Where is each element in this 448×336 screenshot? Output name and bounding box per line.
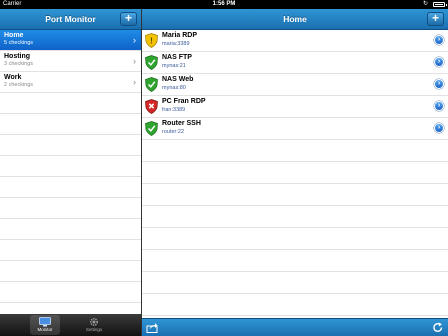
host-name: PC Fran RDP [162,98,206,105]
chevron-right-icon: › [133,35,136,45]
host-row[interactable]: NAS FTP mynas:21 › [142,52,448,74]
host-name: Maria RDP [162,32,198,39]
share-icon[interactable] [146,322,158,333]
group-count: 3 checkings [4,61,34,67]
group-item-work[interactable]: Work 2 checkings › [0,72,141,93]
tab-bar: Monitor Settings [0,314,141,336]
ok-shield-icon [145,77,158,92]
ok-shield-icon [145,121,158,136]
detail-disclosure-button[interactable]: › [434,57,444,67]
host-name: Router SSH [162,120,201,127]
battery-icon [433,2,447,7]
group-item-home[interactable]: Home 5 checkings › [0,30,141,51]
master-navbar: Port Monitor + [0,9,141,30]
tab-settings[interactable]: Settings [79,315,109,335]
detail-disclosure-button[interactable]: › [434,101,444,111]
host-address: maria:3389 [162,41,190,47]
host-address: mynas:80 [162,85,186,91]
host-name: NAS FTP [162,54,192,61]
refresh-icon[interactable] [432,322,444,333]
group-name: Work [4,74,22,81]
group-item-hosting[interactable]: Hosting 3 checkings › [0,51,141,72]
monitor-icon [39,317,51,327]
group-count: 2 checkings [4,82,34,88]
ok-shield-icon [145,55,158,70]
chevron-right-icon: › [133,77,136,87]
host-row[interactable]: PC Fran RDP fran:3389 › [142,96,448,118]
group-count: 5 checkings [4,40,34,46]
detail-disclosure-button[interactable]: › [434,79,444,89]
host-address: router:22 [162,129,185,135]
host-row[interactable]: NAS Web mynas:80 › [142,74,448,96]
host-name: NAS Web [162,76,194,83]
gear-icon [89,317,99,327]
host-row[interactable]: Router SSH router:22 › [142,118,448,140]
detail-toolbar [142,318,448,336]
error-shield-icon [145,99,158,114]
detail-title: Home [283,14,307,24]
host-list: ! Maria RDP maria:3389 › NAS FTP mynas:2… [142,30,448,318]
host-address: fran:3389 [162,107,186,113]
host-address: mynas:21 [162,63,186,69]
tab-label: Monitor [37,327,53,332]
detail-navbar: Home + [142,9,448,30]
tab-monitor[interactable]: Monitor [30,315,60,335]
add-group-button[interactable]: + [120,12,137,26]
detail-disclosure-button[interactable]: › [434,35,444,45]
warning-shield-icon: ! [145,33,158,48]
rotation-lock-icon: ↻ [422,1,428,7]
group-name: Hosting [4,53,31,60]
host-row[interactable]: ! Maria RDP maria:3389 › [142,30,448,52]
group-list: Home 5 checkings › Hosting 3 checkings ›… [0,30,141,314]
chevron-right-icon: › [133,56,136,66]
group-name: Home [4,32,24,39]
tab-label: Settings [85,327,103,332]
clock: 1:56 PM [212,1,236,7]
add-host-button[interactable]: + [427,12,444,26]
status-bar: Carrier 1:56 PM ↻ [0,0,448,9]
svg-text:!: ! [150,37,153,46]
detail-disclosure-button[interactable]: › [434,123,444,133]
